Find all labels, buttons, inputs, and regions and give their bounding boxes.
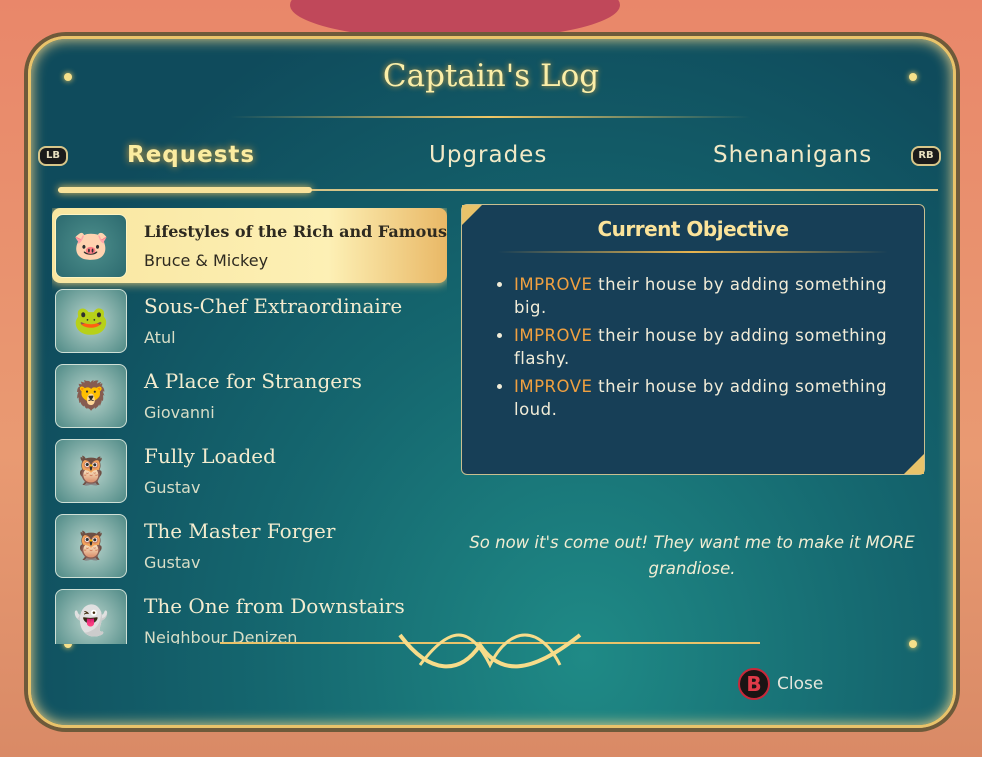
tab-upgrades[interactable]: Upgrades: [429, 142, 547, 168]
tab-shenanigans[interactable]: Shenanigans: [713, 142, 872, 168]
frog-portrait-icon: 🐸: [55, 288, 127, 353]
request-person: Gustav: [144, 478, 201, 497]
request-person: Giovanni: [144, 403, 215, 422]
objective-keyword: IMPROVE: [514, 326, 593, 345]
objective-item: IMPROVE their house by adding something …: [514, 324, 924, 370]
lb-button-icon[interactable]: LB: [38, 146, 68, 166]
request-name: A Place for Strangers: [144, 369, 362, 393]
request-texts: Lifestyles of the Rich and Famous Bruce …: [144, 222, 447, 270]
corner-ornament-icon: [462, 205, 482, 225]
request-name: Fully Loaded: [144, 444, 276, 468]
objective-list: IMPROVE their house by adding something …: [514, 273, 924, 421]
objective-divider: [498, 251, 888, 253]
owl-portrait-icon: 🦉: [55, 438, 127, 503]
b-button-icon: B: [738, 668, 770, 700]
lion-portrait-icon: 🦁: [55, 363, 127, 428]
request-texts: Sous-Chef Extraordinaire Atul: [144, 294, 402, 347]
request-person: Atul: [144, 328, 176, 347]
objective-item: IMPROVE their house by adding something …: [514, 375, 924, 421]
pig-bird-portrait-icon: 🐷: [55, 213, 127, 278]
request-texts: The Master Forger Gustav: [144, 519, 335, 572]
request-name: Lifestyles of the Rich and Famous: [144, 221, 447, 241]
request-item[interactable]: 🐸 Sous-Chef Extraordinaire Atul: [52, 283, 447, 358]
request-item[interactable]: 🦉 Fully Loaded Gustav: [52, 433, 447, 508]
tab-requests[interactable]: Requests: [127, 142, 255, 168]
close-button[interactable]: B Close: [738, 668, 823, 700]
request-name: Sous-Chef Extraordinaire: [144, 294, 403, 318]
close-label: Close: [777, 674, 824, 694]
ghost-portrait-icon: 👻: [55, 588, 127, 644]
request-name: The One from Downstairs: [144, 594, 405, 618]
flourish-ornament-icon: [220, 633, 760, 669]
owl-portrait-icon: 🦉: [55, 513, 127, 578]
active-tab-indicator: [58, 187, 312, 193]
request-list[interactable]: 🐷 Lifestyles of the Rich and Famous Bruc…: [52, 208, 447, 644]
request-item[interactable]: 🦉 The Master Forger Gustav: [52, 508, 447, 583]
request-texts: Fully Loaded Gustav: [144, 444, 276, 497]
page-title: Captain's Log: [382, 58, 600, 94]
objective-keyword: IMPROVE: [514, 275, 593, 294]
objective-item: IMPROVE their house by adding something …: [514, 273, 924, 319]
title-divider: [230, 116, 750, 118]
objective-keyword: IMPROVE: [514, 377, 593, 396]
ornament-dot: [909, 640, 917, 648]
request-item[interactable]: 🦁 A Place for Strangers Giovanni: [52, 358, 447, 433]
request-item[interactable]: 🐷 Lifestyles of the Rich and Famous Bruc…: [52, 208, 447, 283]
current-objective-panel: Current Objective IMPROVE their house by…: [461, 204, 925, 475]
request-person: Bruce & Mickey: [144, 250, 269, 270]
objective-title: Current Objective: [597, 217, 789, 241]
background-cloud: [290, 0, 620, 40]
request-quote: So now it's come out! They want me to ma…: [469, 533, 915, 578]
request-name: The Master Forger: [144, 519, 336, 543]
request-texts: A Place for Strangers Giovanni: [144, 369, 362, 422]
rb-button-icon[interactable]: RB: [911, 146, 941, 166]
corner-ornament-icon: [904, 454, 924, 474]
request-person: Gustav: [144, 553, 201, 572]
